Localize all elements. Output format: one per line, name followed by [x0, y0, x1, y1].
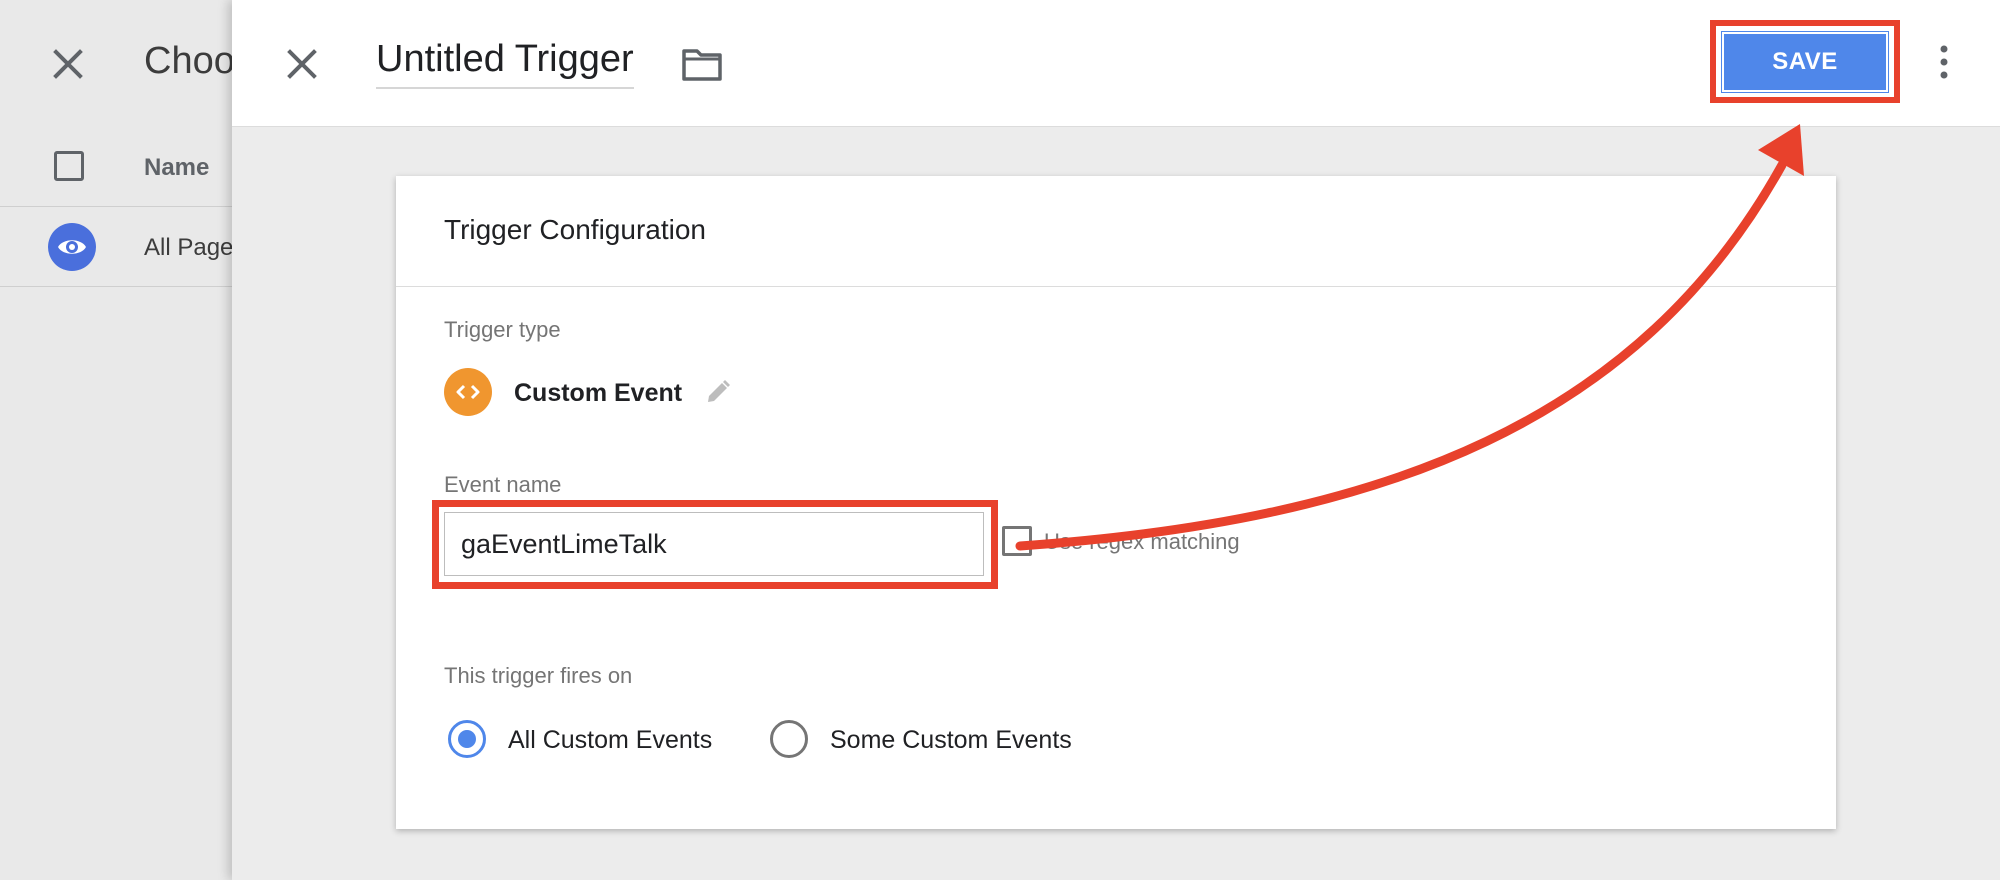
- radio-label-some-custom-events[interactable]: Some Custom Events: [830, 726, 1072, 755]
- event-name-input[interactable]: [444, 512, 984, 576]
- save-button[interactable]: SAVE: [1721, 31, 1889, 93]
- divider: [396, 286, 1836, 287]
- trigger-type-label: Trigger type: [444, 317, 561, 342]
- trigger-configuration-card: Trigger Configuration Trigger type Custo…: [396, 176, 1836, 829]
- editor-header: Untitled Trigger SAVE: [232, 0, 2000, 127]
- more-vert-icon[interactable]: [1934, 42, 1954, 82]
- close-icon[interactable]: [282, 44, 322, 84]
- trigger-type-name[interactable]: Custom Event: [514, 379, 682, 408]
- background-panel: Choo Name All Page: [0, 0, 240, 880]
- pencil-icon[interactable]: [704, 378, 732, 406]
- column-header-name: Name: [144, 154, 210, 181]
- folder-icon[interactable]: [680, 44, 724, 84]
- regex-checkbox[interactable]: [1002, 526, 1032, 556]
- trigger-title-input[interactable]: Untitled Trigger: [376, 38, 634, 89]
- divider: [0, 286, 240, 287]
- close-icon[interactable]: [48, 44, 88, 84]
- radio-some-custom-events[interactable]: [770, 720, 808, 758]
- radio-all-custom-events[interactable]: [448, 720, 486, 758]
- radio-label-all-custom-events[interactable]: All Custom Events: [508, 726, 712, 755]
- trigger-editor-panel: Untitled Trigger SAVE Trigger Configurat…: [232, 0, 2000, 880]
- select-all-checkbox[interactable]: [54, 151, 84, 181]
- background-panel-title: Choo: [144, 40, 235, 82]
- card-heading: Trigger Configuration: [444, 214, 706, 245]
- event-name-label: Event name: [444, 472, 562, 497]
- list-item-label[interactable]: All Page: [144, 234, 233, 262]
- divider: [0, 206, 240, 207]
- code-brackets-icon: [444, 368, 492, 416]
- eye-icon[interactable]: [48, 223, 96, 271]
- fires-on-label: This trigger fires on: [444, 663, 633, 688]
- regex-checkbox-label[interactable]: Use regex matching: [1044, 529, 1240, 555]
